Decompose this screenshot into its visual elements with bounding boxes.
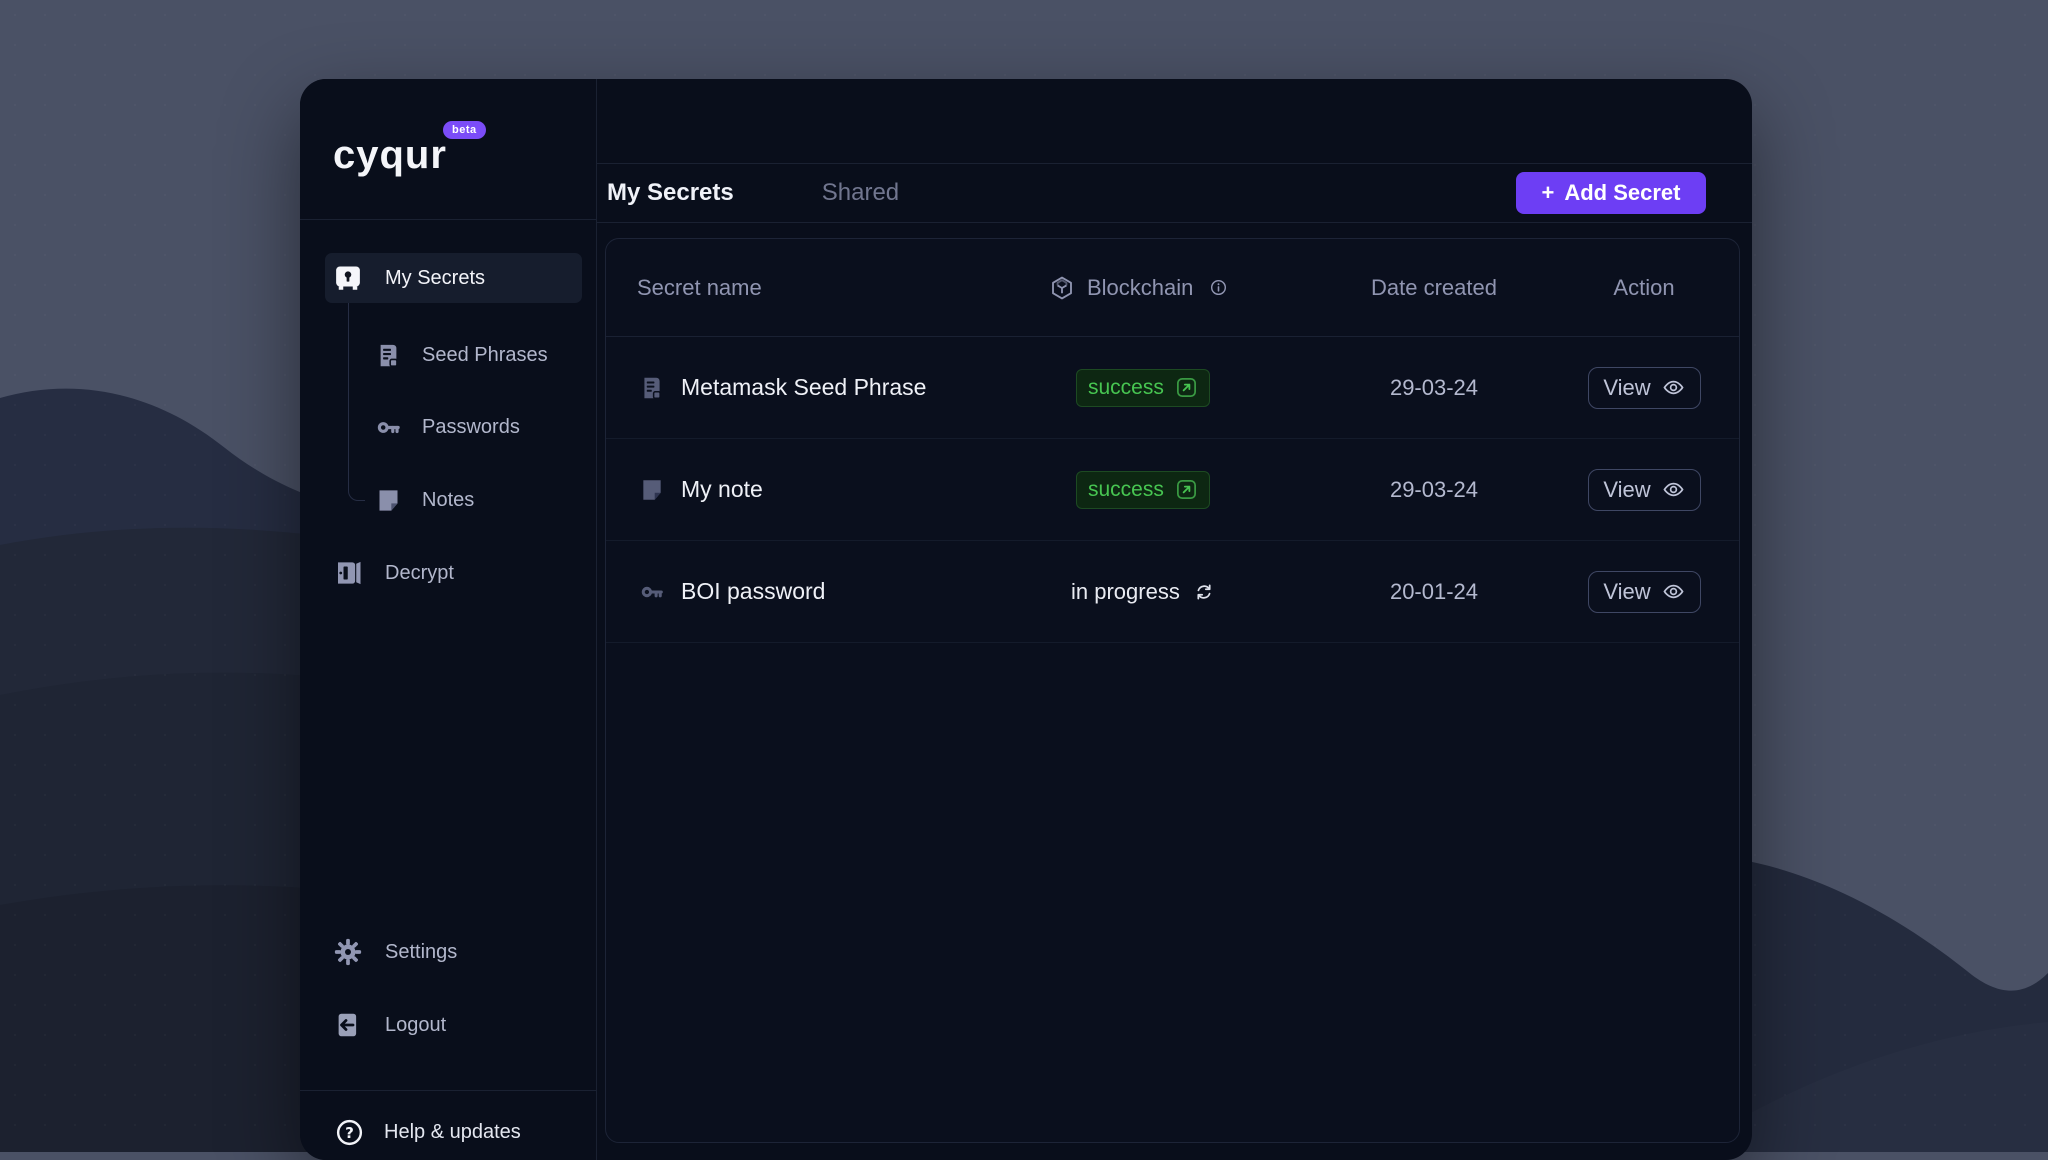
sidebar-item-notes[interactable]: Notes: [375, 480, 474, 520]
column-blockchain-label: Blockchain: [1087, 275, 1193, 301]
help-updates-link[interactable]: ? Help & updates: [335, 1111, 521, 1153]
main-area: My Secrets Shared + Add Secret Secret na…: [597, 79, 1752, 1160]
table-row: My note success 29-03-24 View: [606, 439, 1739, 541]
table-header: Secret name Blockchain Date created: [606, 239, 1739, 337]
sidebar-item-label: Passwords: [422, 416, 520, 439]
app-logo: cyqur: [333, 133, 447, 178]
view-button[interactable]: View: [1588, 469, 1701, 511]
key-icon: [639, 579, 665, 605]
gear-icon: [333, 937, 363, 967]
eye-icon: [1662, 580, 1685, 603]
sidebar-item-label: Logout: [385, 1014, 446, 1037]
sidebar-item-label: Seed Phrases: [422, 344, 548, 367]
column-secret-name: Secret name: [606, 275, 1049, 301]
view-label: View: [1603, 477, 1650, 503]
date-created: 29-03-24: [1319, 477, 1549, 503]
status-badge-success[interactable]: success: [1076, 471, 1210, 509]
column-action: Action: [1549, 275, 1739, 301]
date-created: 20-01-24: [1319, 579, 1549, 605]
blockchain-cube-icon: [1049, 275, 1075, 301]
column-date-created: Date created: [1319, 275, 1549, 301]
seed-phrase-icon: [375, 342, 402, 369]
sidebar-item-seed-phrases[interactable]: Seed Phrases: [375, 335, 548, 375]
tab-shared[interactable]: Shared: [822, 179, 899, 207]
open-safe-icon: [333, 558, 363, 588]
sidebar-item-passwords[interactable]: Passwords: [375, 407, 520, 447]
secret-name: Metamask Seed Phrase: [681, 374, 926, 401]
sidebar-item-my-secrets[interactable]: My Secrets: [325, 253, 582, 303]
view-button[interactable]: View: [1588, 367, 1701, 409]
column-blockchain: Blockchain: [1049, 275, 1319, 301]
add-secret-button[interactable]: + Add Secret: [1516, 172, 1706, 214]
plus-icon: +: [1541, 180, 1554, 206]
seed-phrase-icon: [639, 375, 665, 401]
refresh-icon: [1193, 581, 1215, 603]
secret-name: BOI password: [681, 578, 825, 605]
sidebar-divider: [300, 1090, 596, 1091]
view-label: View: [1603, 375, 1650, 401]
status-label: in progress: [1071, 579, 1180, 605]
table-row: BOI password in progress 20-01-24: [606, 541, 1739, 643]
sidebar-item-label: My Secrets: [385, 267, 485, 290]
logo-section: cyqur beta: [300, 79, 596, 220]
key-icon: [375, 414, 402, 441]
app-window: cyqur beta My Secrets Seed Phrases: [300, 79, 1752, 1160]
help-updates-label: Help & updates: [384, 1121, 521, 1144]
view-button[interactable]: View: [1588, 571, 1701, 613]
note-icon: [639, 477, 665, 503]
svg-text:?: ?: [345, 1123, 354, 1141]
sidebar-item-label: Notes: [422, 489, 474, 512]
add-secret-label: Add Secret: [1564, 180, 1680, 206]
info-icon[interactable]: [1209, 278, 1228, 297]
help-icon: ?: [335, 1118, 364, 1147]
sidebar-item-label: Decrypt: [385, 562, 454, 585]
secrets-table: Secret name Blockchain Date created: [605, 238, 1740, 1143]
view-label: View: [1603, 579, 1650, 605]
status-label: success: [1088, 376, 1164, 400]
sidebar-item-decrypt[interactable]: Decrypt: [325, 548, 582, 598]
status-label: success: [1088, 478, 1164, 502]
sidebar-item-label: Settings: [385, 941, 457, 964]
status-in-progress: in progress: [1071, 579, 1215, 605]
external-link-icon: [1175, 478, 1198, 501]
eye-icon: [1662, 478, 1685, 501]
sidebar-item-logout[interactable]: Logout: [325, 1000, 582, 1050]
secret-name: My note: [681, 476, 763, 503]
beta-badge: beta: [443, 121, 486, 139]
eye-icon: [1662, 376, 1685, 399]
safe-icon: [333, 263, 363, 293]
date-created: 29-03-24: [1319, 375, 1549, 401]
logout-icon: [333, 1010, 363, 1040]
tab-my-secrets[interactable]: My Secrets: [607, 179, 734, 207]
sidebar-item-settings[interactable]: Settings: [325, 927, 582, 977]
status-badge-success[interactable]: success: [1076, 369, 1210, 407]
note-icon: [375, 487, 402, 514]
tab-bar: My Secrets Shared + Add Secret: [597, 163, 1752, 223]
table-row: Metamask Seed Phrase success 29-03-24 Vi…: [606, 337, 1739, 439]
sidebar: cyqur beta My Secrets Seed Phrases: [300, 79, 597, 1160]
nav-tree-connector: [348, 303, 365, 501]
external-link-icon: [1175, 376, 1198, 399]
